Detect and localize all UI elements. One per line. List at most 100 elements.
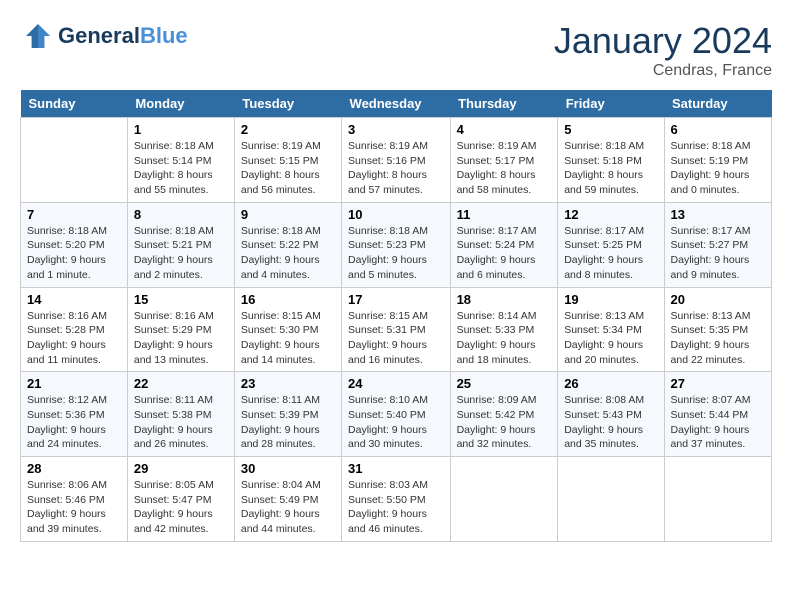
day-info: Sunrise: 8:17 AM Sunset: 5:24 PM Dayligh…: [457, 224, 552, 283]
day-number: 8: [134, 207, 228, 222]
day-info: Sunrise: 8:19 AM Sunset: 5:17 PM Dayligh…: [457, 139, 552, 198]
day-info: Sunrise: 8:03 AM Sunset: 5:50 PM Dayligh…: [348, 478, 444, 537]
day-cell: 20 Sunrise: 8:13 AM Sunset: 5:35 PM Dayli…: [664, 287, 771, 372]
header: GeneralBlue January 2024 Cendras, France: [20, 20, 772, 80]
day-cell: 1 Sunrise: 8:18 AM Sunset: 5:14 PM Daylig…: [127, 118, 234, 203]
day-cell: [558, 457, 664, 542]
day-cell: 30 Sunrise: 8:04 AM Sunset: 5:49 PM Dayli…: [234, 457, 341, 542]
weekday-header-saturday: Saturday: [664, 90, 771, 118]
day-info: Sunrise: 8:19 AM Sunset: 5:15 PM Dayligh…: [241, 139, 335, 198]
day-cell: 12 Sunrise: 8:17 AM Sunset: 5:25 PM Dayli…: [558, 202, 664, 287]
day-cell: 15 Sunrise: 8:16 AM Sunset: 5:29 PM Dayli…: [127, 287, 234, 372]
day-cell: 10 Sunrise: 8:18 AM Sunset: 5:23 PM Dayli…: [342, 202, 451, 287]
day-number: 17: [348, 292, 444, 307]
week-row-3: 14Sunrise: 8:16 AM Sunset: 5:28 PM Dayli…: [21, 287, 772, 372]
day-number: 31: [348, 461, 444, 476]
day-number: 27: [671, 376, 765, 391]
day-info: Sunrise: 8:18 AM Sunset: 5:20 PM Dayligh…: [27, 224, 121, 283]
day-cell: 31 Sunrise: 8:03 AM Sunset: 5:50 PM Dayli…: [342, 457, 451, 542]
day-number: 20: [671, 292, 765, 307]
day-info: Sunrise: 8:08 AM Sunset: 5:43 PM Dayligh…: [564, 393, 657, 452]
week-row-5: 28 Sunrise: 8:06 AM Sunset: 5:46 PM Dayli…: [21, 457, 772, 542]
day-cell: 17 Sunrise: 8:15 AM Sunset: 5:31 PM Dayli…: [342, 287, 451, 372]
day-number: 12: [564, 207, 657, 222]
day-info: Sunrise: 8:05 AM Sunset: 5:47 PM Dayligh…: [134, 478, 228, 537]
day-cell: 22 Sunrise: 8:11 AM Sunset: 5:38 PM Dayli…: [127, 372, 234, 457]
weekday-header-row: SundayMondayTuesdayWednesdayThursdayFrid…: [21, 90, 772, 118]
day-info: Sunrise: 8:16 AM Sunset: 5:29 PM Dayligh…: [134, 309, 228, 368]
weekday-header-friday: Friday: [558, 90, 664, 118]
day-info: Sunrise: 8:07 AM Sunset: 5:44 PM Dayligh…: [671, 393, 765, 452]
day-info: Sunrise: 8:18 AM Sunset: 5:22 PM Dayligh…: [241, 224, 335, 283]
weekday-header-tuesday: Tuesday: [234, 90, 341, 118]
week-row-2: 7 Sunrise: 8:18 AM Sunset: 5:20 PM Daylig…: [21, 202, 772, 287]
day-info: Sunrise: 8:04 AM Sunset: 5:49 PM Dayligh…: [241, 478, 335, 537]
day-cell: 23Sunrise: 8:11 AM Sunset: 5:39 PM Dayli…: [234, 372, 341, 457]
day-cell: 4 Sunrise: 8:19 AM Sunset: 5:17 PM Daylig…: [450, 118, 558, 203]
day-number: 22: [134, 376, 228, 391]
day-cell: 14Sunrise: 8:16 AM Sunset: 5:28 PM Dayli…: [21, 287, 128, 372]
day-cell: 3 Sunrise: 8:19 AM Sunset: 5:16 PM Daylig…: [342, 118, 451, 203]
day-info: Sunrise: 8:19 AM Sunset: 5:16 PM Dayligh…: [348, 139, 444, 198]
day-number: 7: [27, 207, 121, 222]
week-row-4: 21Sunrise: 8:12 AM Sunset: 5:36 PM Dayli…: [21, 372, 772, 457]
day-number: 16: [241, 292, 335, 307]
day-cell: 18 Sunrise: 8:14 AM Sunset: 5:33 PM Dayli…: [450, 287, 558, 372]
day-cell: 7 Sunrise: 8:18 AM Sunset: 5:20 PM Daylig…: [21, 202, 128, 287]
day-number: 3: [348, 122, 444, 137]
day-cell: 24 Sunrise: 8:10 AM Sunset: 5:40 PM Dayli…: [342, 372, 451, 457]
location-title: Cendras, France: [554, 62, 772, 80]
day-number: 9: [241, 207, 335, 222]
day-info: Sunrise: 8:11 AM Sunset: 5:38 PM Dayligh…: [134, 393, 228, 452]
day-number: 13: [671, 207, 765, 222]
logo-icon: [22, 20, 54, 52]
day-number: 26: [564, 376, 657, 391]
day-number: 2: [241, 122, 335, 137]
day-info: Sunrise: 8:11 AM Sunset: 5:39 PM Dayligh…: [241, 393, 335, 452]
day-number: 14: [27, 292, 121, 307]
day-info: Sunrise: 8:17 AM Sunset: 5:27 PM Dayligh…: [671, 224, 765, 283]
day-number: 25: [457, 376, 552, 391]
logo-text: GeneralBlue: [58, 24, 188, 48]
day-cell: 21Sunrise: 8:12 AM Sunset: 5:36 PM Dayli…: [21, 372, 128, 457]
day-number: 29: [134, 461, 228, 476]
day-cell: 26 Sunrise: 8:08 AM Sunset: 5:43 PM Dayli…: [558, 372, 664, 457]
title-area: January 2024 Cendras, France: [554, 20, 772, 80]
day-info: Sunrise: 8:13 AM Sunset: 5:34 PM Dayligh…: [564, 309, 657, 368]
day-cell: 27 Sunrise: 8:07 AM Sunset: 5:44 PM Dayli…: [664, 372, 771, 457]
day-cell: 11Sunrise: 8:17 AM Sunset: 5:24 PM Dayli…: [450, 202, 558, 287]
day-info: Sunrise: 8:13 AM Sunset: 5:35 PM Dayligh…: [671, 309, 765, 368]
day-info: Sunrise: 8:15 AM Sunset: 5:30 PM Dayligh…: [241, 309, 335, 368]
day-cell: 9 Sunrise: 8:18 AM Sunset: 5:22 PM Daylig…: [234, 202, 341, 287]
day-info: Sunrise: 8:17 AM Sunset: 5:25 PM Dayligh…: [564, 224, 657, 283]
day-info: Sunrise: 8:09 AM Sunset: 5:42 PM Dayligh…: [457, 393, 552, 452]
weekday-header-monday: Monday: [127, 90, 234, 118]
day-number: 1: [134, 122, 228, 137]
day-number: 15: [134, 292, 228, 307]
weekday-header-wednesday: Wednesday: [342, 90, 451, 118]
day-info: Sunrise: 8:18 AM Sunset: 5:21 PM Dayligh…: [134, 224, 228, 283]
day-number: 18: [457, 292, 552, 307]
day-info: Sunrise: 8:14 AM Sunset: 5:33 PM Dayligh…: [457, 309, 552, 368]
day-cell: 29 Sunrise: 8:05 AM Sunset: 5:47 PM Dayli…: [127, 457, 234, 542]
day-number: 4: [457, 122, 552, 137]
day-info: Sunrise: 8:15 AM Sunset: 5:31 PM Dayligh…: [348, 309, 444, 368]
day-number: 6: [671, 122, 765, 137]
day-info: Sunrise: 8:06 AM Sunset: 5:46 PM Dayligh…: [27, 478, 121, 537]
day-info: Sunrise: 8:18 AM Sunset: 5:23 PM Dayligh…: [348, 224, 444, 283]
day-info: Sunrise: 8:10 AM Sunset: 5:40 PM Dayligh…: [348, 393, 444, 452]
day-number: 24: [348, 376, 444, 391]
day-cell: [21, 118, 128, 203]
day-number: 21: [27, 376, 121, 391]
day-number: 10: [348, 207, 444, 222]
day-info: Sunrise: 8:18 AM Sunset: 5:14 PM Dayligh…: [134, 139, 228, 198]
day-cell: 13 Sunrise: 8:17 AM Sunset: 5:27 PM Dayli…: [664, 202, 771, 287]
week-row-1: 1 Sunrise: 8:18 AM Sunset: 5:14 PM Daylig…: [21, 118, 772, 203]
day-number: 19: [564, 292, 657, 307]
day-cell: [450, 457, 558, 542]
day-number: 28: [27, 461, 121, 476]
day-cell: 6Sunrise: 8:18 AM Sunset: 5:19 PM Daylig…: [664, 118, 771, 203]
day-number: 30: [241, 461, 335, 476]
weekday-header-sunday: Sunday: [21, 90, 128, 118]
day-number: 5: [564, 122, 657, 137]
